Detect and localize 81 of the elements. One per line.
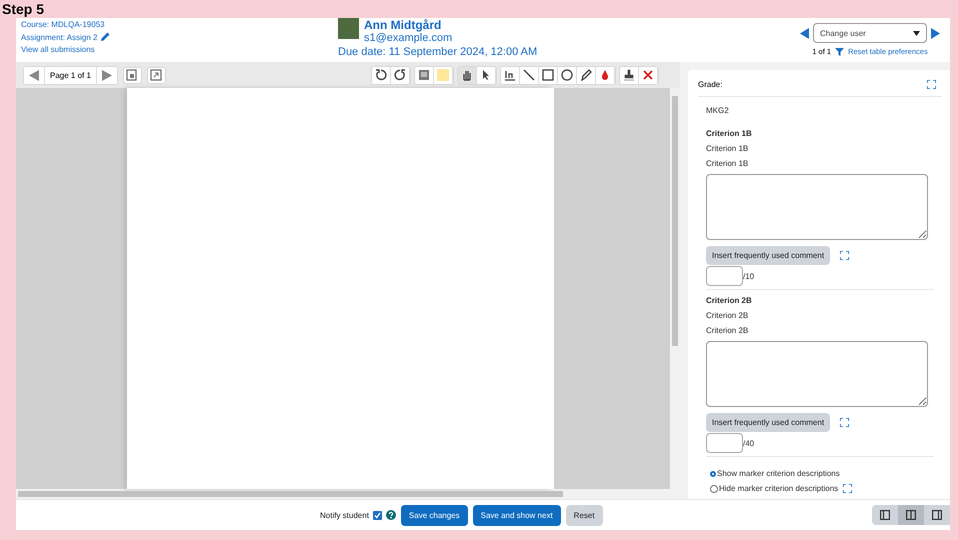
- expand-icon[interactable]: [840, 418, 850, 427]
- pointer-tool-button[interactable]: [476, 66, 496, 84]
- step-title: Step 5: [2, 1, 44, 17]
- right-panel-icon: [932, 510, 942, 520]
- page-icon: [126, 69, 138, 81]
- criterion-title: Criterion 2B: [706, 296, 753, 305]
- option-label[interactable]: Show marker criterion descriptions: [717, 469, 840, 478]
- horizontal-scrollbar[interactable]: [16, 489, 680, 499]
- radio-button[interactable]: [710, 484, 718, 492]
- help-icon[interactable]: [386, 510, 396, 520]
- option-label[interactable]: Hide marker criterion descriptions: [719, 484, 838, 493]
- user-email: s1@example.com: [364, 32, 452, 44]
- insert-comment-button[interactable]: Insert frequently used comment: [706, 246, 830, 265]
- expand-comments-button[interactable]: [146, 66, 166, 84]
- notify-label: Notify student: [320, 510, 369, 520]
- rotate-left-icon: [374, 69, 387, 81]
- comment-icon: [418, 69, 430, 81]
- filter-icon[interactable]: [835, 48, 844, 56]
- footer-button[interactable]: Save and show next: [472, 504, 561, 526]
- footer-button[interactable]: Reset: [566, 504, 603, 526]
- highlight-tool-button[interactable]: [500, 66, 520, 84]
- guide-name: MKG2: [706, 106, 730, 115]
- color-swatch-icon: [436, 69, 449, 81]
- footer-button[interactable]: Save changes: [400, 504, 468, 526]
- hand-icon: [460, 69, 473, 81]
- close-icon: [642, 69, 654, 81]
- next-user-icon[interactable]: [931, 28, 940, 38]
- triangle-right-icon: [102, 70, 112, 80]
- course-link[interactable]: Course: MDLQA-19053: [21, 20, 338, 29]
- split-panel-icon: [906, 510, 916, 520]
- circle-icon: [560, 69, 573, 81]
- avatar-placeholder: [338, 18, 359, 39]
- assignment-link[interactable]: Assignment: Assign 2: [21, 32, 98, 42]
- marker-description: Criterion 2B: [706, 326, 750, 335]
- score-field[interactable]: [706, 266, 743, 286]
- grade-label: Grade:: [698, 80, 722, 89]
- criterion-description: Criterion 1B: [706, 144, 750, 153]
- previous-user-icon[interactable]: [800, 28, 809, 38]
- delete-tool-button[interactable]: [638, 66, 658, 84]
- pen-icon: [580, 69, 592, 81]
- pencil-icon[interactable]: [100, 32, 110, 42]
- color-tool-button[interactable]: [434, 66, 453, 84]
- criterion-description: Criterion 2B: [706, 311, 750, 320]
- both-layout-button[interactable]: [898, 505, 924, 525]
- highlight-icon: [504, 69, 516, 81]
- radio-button[interactable]: [710, 470, 716, 476]
- vertical-scrollbar[interactable]: [670, 88, 680, 489]
- criterion-title: Criterion 1B: [706, 129, 753, 138]
- max-score: /10: [743, 272, 754, 280]
- line-tool-button[interactable]: [520, 66, 539, 84]
- drop-tool-button[interactable]: [596, 66, 615, 84]
- notify-checkbox[interactable]: [372, 510, 382, 520]
- due-date: Due date: 11 September 2024, 12:00 AM: [338, 46, 538, 58]
- user-name-link[interactable]: Ann Midtgård: [364, 18, 452, 32]
- comment-field[interactable]: [706, 341, 928, 407]
- marker-description: Criterion 1B: [706, 159, 750, 168]
- max-score: /40: [743, 438, 754, 448]
- triangle-left-icon: [29, 70, 39, 80]
- expand-icon[interactable]: [843, 484, 852, 493]
- oval-tool-button[interactable]: [558, 66, 577, 84]
- rotate-right-tool-button[interactable]: [390, 66, 410, 84]
- rectangle-icon: [542, 69, 554, 81]
- stamp-tool-button[interactable]: [620, 66, 639, 84]
- change-user-select[interactable]: Change user: [813, 23, 927, 43]
- rectangle-tool-button[interactable]: [538, 66, 558, 84]
- rotate-right-icon: [394, 69, 406, 81]
- score-field[interactable]: [706, 433, 743, 453]
- expand-icon[interactable]: [840, 251, 850, 260]
- insert-comment-button[interactable]: Insert frequently used comment: [706, 413, 830, 432]
- pen-tool-button[interactable]: [576, 66, 596, 84]
- line-icon: [522, 69, 535, 81]
- expand-icon[interactable]: [927, 80, 936, 89]
- stamp-icon: [622, 69, 635, 81]
- comment-tool-button[interactable]: [414, 66, 434, 84]
- rotate-left-tool-button[interactable]: [372, 66, 391, 84]
- left-panel-icon: [880, 510, 890, 520]
- search-comments-button[interactable]: [122, 66, 142, 84]
- view-submissions-link[interactable]: View all submissions: [21, 45, 338, 54]
- hand-tool-button[interactable]: [458, 66, 477, 84]
- caret-icon: [913, 30, 920, 36]
- comment-field[interactable]: [706, 174, 928, 240]
